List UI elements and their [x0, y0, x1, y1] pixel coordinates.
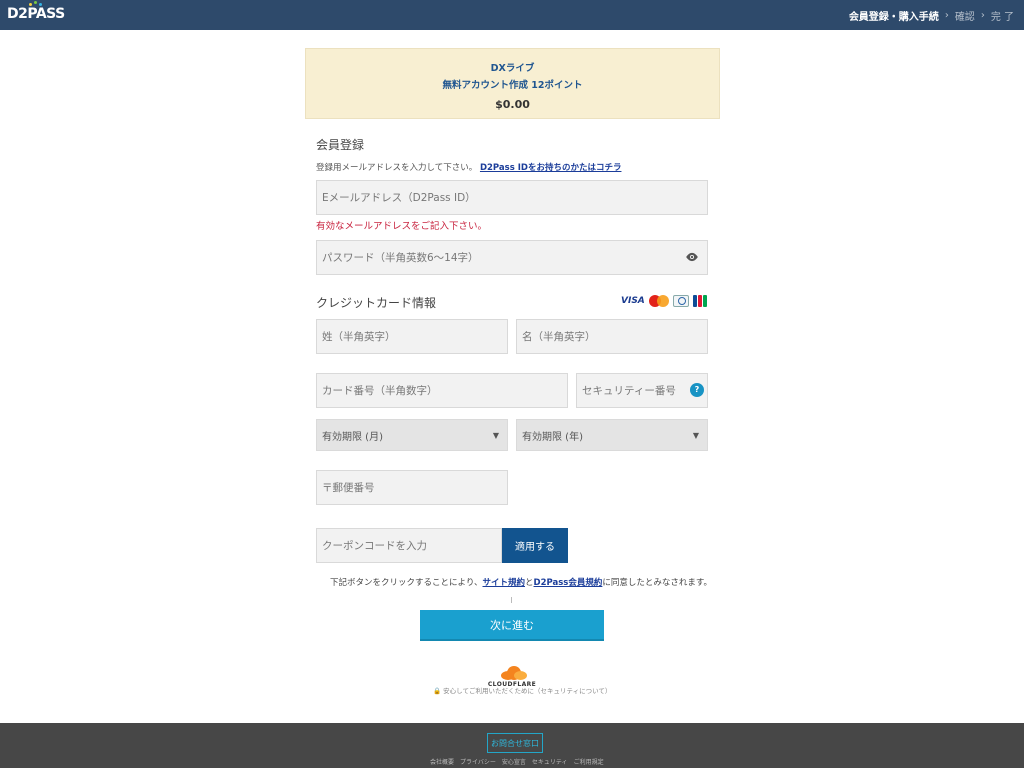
divider — [511, 597, 512, 603]
eye-icon[interactable] — [685, 250, 699, 264]
help-icon[interactable]: ? — [690, 383, 704, 397]
cloud-icon — [497, 666, 527, 680]
agreement-after: に同意したとみなされます。 — [602, 578, 713, 588]
footer-link-privacy[interactable]: プライバシー — [460, 757, 496, 766]
price: $0.00 — [495, 98, 530, 111]
member-terms-link[interactable]: D2Pass会員規約 — [534, 578, 603, 588]
registration-title: 会員登録 — [316, 138, 365, 152]
existing-id-link[interactable]: D2Pass IDをお持ちのかたはコチラ — [480, 163, 622, 173]
chevron-right-icon: › — [980, 10, 985, 21]
coupon-input[interactable]: クーポンコードを入力 — [316, 528, 502, 563]
exp-year-value: 有効期限 (年) — [522, 431, 583, 443]
product-name: DXライブ — [490, 63, 535, 74]
step-confirm: 確認 — [954, 12, 975, 23]
registration-hint: 登録用メールアドレスを入力して下さい。 D2Pass IDをお持ちのかたはコチラ — [316, 161, 621, 173]
coupon-placeholder: クーポンコードを入力 — [322, 540, 427, 552]
postal-code-input[interactable]: 〒郵便番号 — [316, 470, 508, 505]
jcb-icon — [692, 295, 708, 307]
progress-steps: 会員登録・購入手続 › 確認 › 完 了 — [849, 8, 1014, 23]
credit-card-title: クレジットカード情報 — [316, 296, 437, 310]
contact-button[interactable]: お問合せ窓口 — [487, 733, 543, 753]
footer-link-security[interactable]: セキュリティ — [532, 757, 568, 766]
chevron-right-icon: › — [944, 10, 949, 21]
visa-icon: VISA — [621, 296, 645, 306]
caret-down-icon: ▼ — [692, 430, 699, 440]
agreement-mid: と — [525, 578, 534, 588]
agreement-before: 下記ボタンをクリックすることにより、 — [330, 578, 483, 588]
exp-month-value: 有効期限 (月) — [322, 431, 383, 443]
card-number-input[interactable]: カード番号（半角数字） — [316, 373, 568, 408]
email-input[interactable]: Eメールアドレス（D2Pass ID） — [316, 180, 708, 215]
security-code-input[interactable]: セキュリティー番号 — [576, 373, 708, 408]
exp-month-select[interactable]: 有効期限 (月) ▼ — [316, 419, 508, 451]
caret-down-icon: ▼ — [492, 430, 499, 440]
footer-link-safety[interactable]: 安心宣言 — [502, 757, 526, 766]
footer-link-company[interactable]: 会社概要 — [430, 757, 454, 766]
step-registration: 会員登録・購入手続 — [848, 12, 939, 23]
footer-link-terms[interactable]: ご利用規定 — [574, 757, 604, 766]
diners-icon — [672, 295, 689, 307]
footer-links: 会社概要 プライバシー 安心宣言 セキュリティ ご利用規定 — [430, 757, 604, 766]
logo-text: D2PASS — [7, 6, 65, 22]
order-summary: DXライブ 無料アカウント作成 12ポイント $0.00 — [305, 48, 720, 119]
email-placeholder: Eメールアドレス（D2Pass ID） — [322, 192, 476, 204]
logo-dots-icon — [27, 1, 45, 7]
apply-coupon-button[interactable]: 適用する — [502, 528, 568, 563]
last-name-placeholder: 姓（半角英字） — [322, 331, 396, 343]
card-number-placeholder: カード番号（半角数字） — [322, 385, 438, 397]
first-name-placeholder: 名（半角英字） — [522, 331, 596, 343]
postal-code-placeholder: 〒郵便番号 — [322, 482, 375, 494]
first-name-input[interactable]: 名（半角英字） — [516, 319, 708, 354]
security-note[interactable]: 🔒 安心してご利用いただくために（セキュリティについて） — [433, 685, 611, 695]
hint-text: 登録用メールアドレスを入力して下さい。 — [316, 163, 478, 173]
password-input[interactable]: パスワード（半角英数6〜14字） — [316, 240, 708, 275]
exp-year-select[interactable]: 有効期限 (年) ▼ — [516, 419, 708, 451]
step-complete: 完 了 — [990, 12, 1014, 23]
plan-name: 無料アカウント作成 12ポイント — [442, 80, 583, 91]
last-name-input[interactable]: 姓（半角英字） — [316, 319, 508, 354]
mastercard-icon — [648, 295, 669, 307]
top-bar: D2PASS 会員登録・購入手続 › 確認 › 完 了 — [0, 0, 1024, 30]
card-brands: VISA — [621, 295, 708, 307]
next-button[interactable]: 次に進む — [420, 610, 604, 641]
site-terms-link[interactable]: サイト規約 — [483, 578, 526, 588]
d2pass-logo[interactable]: D2PASS — [7, 1, 65, 24]
security-code-placeholder: セキュリティー番号 — [582, 385, 676, 397]
agreement-text: 下記ボタンをクリックすることにより、サイト規約とD2Pass会員規約に同意したと… — [330, 576, 712, 588]
password-placeholder: パスワード（半角英数6〜14字） — [322, 252, 479, 264]
email-error: 有効なメールアドレスをご記入下さい。 — [316, 221, 488, 232]
